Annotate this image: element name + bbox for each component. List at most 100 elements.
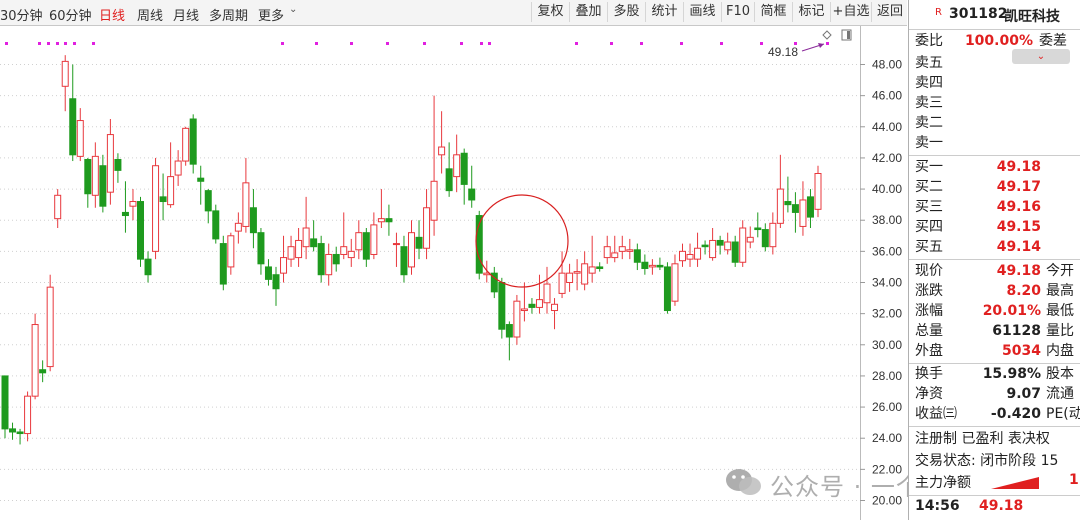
buy4-row[interactable]: 买四 49.15	[909, 217, 1080, 237]
stats-button[interactable]: 统计	[645, 2, 683, 22]
event-marker[interactable]	[720, 42, 723, 45]
event-marker[interactable]	[386, 42, 389, 45]
candle[interactable]	[264, 259, 272, 286]
event-marker[interactable]	[56, 42, 59, 45]
buy3-row[interactable]: 买三 49.16	[909, 197, 1080, 217]
candle[interactable]	[603, 235, 611, 264]
candle[interactable]	[355, 220, 363, 260]
candle[interactable]	[46, 274, 54, 372]
candle[interactable]	[618, 235, 626, 260]
candle[interactable]	[776, 154, 784, 228]
candle[interactable]	[475, 210, 483, 280]
candle[interactable]	[581, 251, 589, 291]
candle[interactable]	[716, 235, 724, 255]
candlestick-chart[interactable]: 48.00 46.00 44.00 42.00 40.00 38.00 36.00 34.00…	[0, 26, 907, 520]
candle[interactable]	[498, 277, 506, 339]
event-marker[interactable]	[760, 42, 763, 45]
candle[interactable]	[633, 243, 641, 271]
candle[interactable]	[483, 260, 491, 283]
candle[interactable]	[197, 165, 205, 205]
event-marker[interactable]	[423, 42, 426, 45]
candle[interactable]	[152, 157, 160, 260]
candle[interactable]	[76, 108, 84, 162]
candle[interactable]	[679, 243, 686, 267]
candle[interactable]	[159, 173, 167, 221]
candle[interactable]	[746, 226, 754, 249]
event-marker[interactable]	[92, 42, 95, 45]
period-tab-weekly[interactable]: 周线	[137, 5, 163, 24]
candle[interactable]	[317, 235, 325, 283]
period-tab-more[interactable]: 更多	[258, 5, 284, 24]
candle[interactable]	[106, 119, 114, 205]
candle[interactable]	[302, 196, 310, 260]
candle[interactable]	[61, 55, 69, 112]
main-flow-label[interactable]: 主力净额	[915, 472, 971, 492]
candle[interactable]	[694, 232, 702, 267]
candle[interactable]	[54, 189, 62, 228]
buy1-row[interactable]: 买一 49.18	[909, 157, 1080, 177]
candle[interactable]	[408, 220, 415, 275]
candle[interactable]	[129, 189, 137, 221]
candle[interactable]	[332, 246, 340, 272]
diamond-icon[interactable]	[822, 30, 832, 40]
candle[interactable]	[189, 114, 197, 174]
candle[interactable]	[84, 157, 92, 208]
candle[interactable]	[460, 148, 468, 205]
period-tab-30min[interactable]: 30分钟	[0, 5, 43, 24]
candle[interactable]	[287, 235, 295, 267]
candle[interactable]	[573, 259, 581, 291]
candle[interactable]	[520, 282, 528, 322]
candle[interactable]	[806, 189, 814, 228]
candle[interactable]	[295, 228, 303, 267]
candle[interactable]	[543, 266, 551, 314]
adjust-button[interactable]: 复权	[531, 2, 569, 22]
candle[interactable]	[392, 232, 400, 267]
period-tab-monthly[interactable]: 月线	[173, 5, 199, 24]
candle[interactable]	[648, 259, 656, 275]
event-marker[interactable]	[350, 42, 353, 45]
candle[interactable]	[468, 165, 476, 208]
candle[interactable]	[611, 235, 619, 263]
candle[interactable]	[212, 204, 220, 244]
candle[interactable]	[234, 212, 242, 244]
candle[interactable]	[340, 212, 348, 260]
candle[interactable]	[490, 266, 498, 299]
back-button[interactable]: 返回	[871, 2, 908, 22]
candle[interactable]	[739, 220, 747, 267]
candle[interactable]	[731, 235, 739, 267]
candle[interactable]	[137, 196, 144, 267]
candle[interactable]	[423, 189, 431, 260]
candle[interactable]	[1, 375, 9, 439]
event-marker[interactable]	[47, 42, 50, 45]
candle[interactable]	[663, 262, 671, 314]
candle[interactable]	[31, 313, 39, 400]
candle[interactable]	[370, 212, 378, 260]
candle[interactable]	[16, 428, 24, 445]
candle[interactable]	[814, 165, 822, 218]
candle[interactable]	[69, 64, 77, 162]
candle[interactable]	[686, 243, 694, 267]
candle[interactable]	[453, 134, 461, 193]
event-marker[interactable]	[38, 42, 41, 45]
candle[interactable]	[430, 95, 438, 236]
event-marker[interactable]	[575, 42, 578, 45]
period-tab-60min[interactable]: 60分钟	[49, 5, 92, 24]
candle[interactable]	[513, 294, 521, 345]
candle[interactable]	[791, 192, 799, 233]
event-marker[interactable]	[5, 42, 8, 45]
event-marker[interactable]	[315, 42, 318, 45]
candle[interactable]	[227, 232, 235, 275]
chart-canvas[interactable]: 48.00 46.00 44.00 42.00 40.00 38.00 36.00 34.00…	[0, 26, 907, 520]
candle[interactable]	[204, 189, 212, 224]
candle[interactable]	[144, 251, 152, 283]
candle[interactable]	[257, 228, 265, 275]
draw-line-button[interactable]: 画线	[683, 2, 721, 22]
candle[interactable]	[784, 176, 792, 213]
event-marker[interactable]	[610, 42, 613, 45]
candle[interactable]	[362, 228, 370, 267]
candle[interactable]	[385, 204, 393, 236]
buy5-row[interactable]: 买五 49.14	[909, 237, 1080, 257]
event-marker[interactable]	[680, 42, 683, 45]
candle[interactable]	[39, 360, 47, 383]
candle[interactable]	[596, 262, 604, 272]
